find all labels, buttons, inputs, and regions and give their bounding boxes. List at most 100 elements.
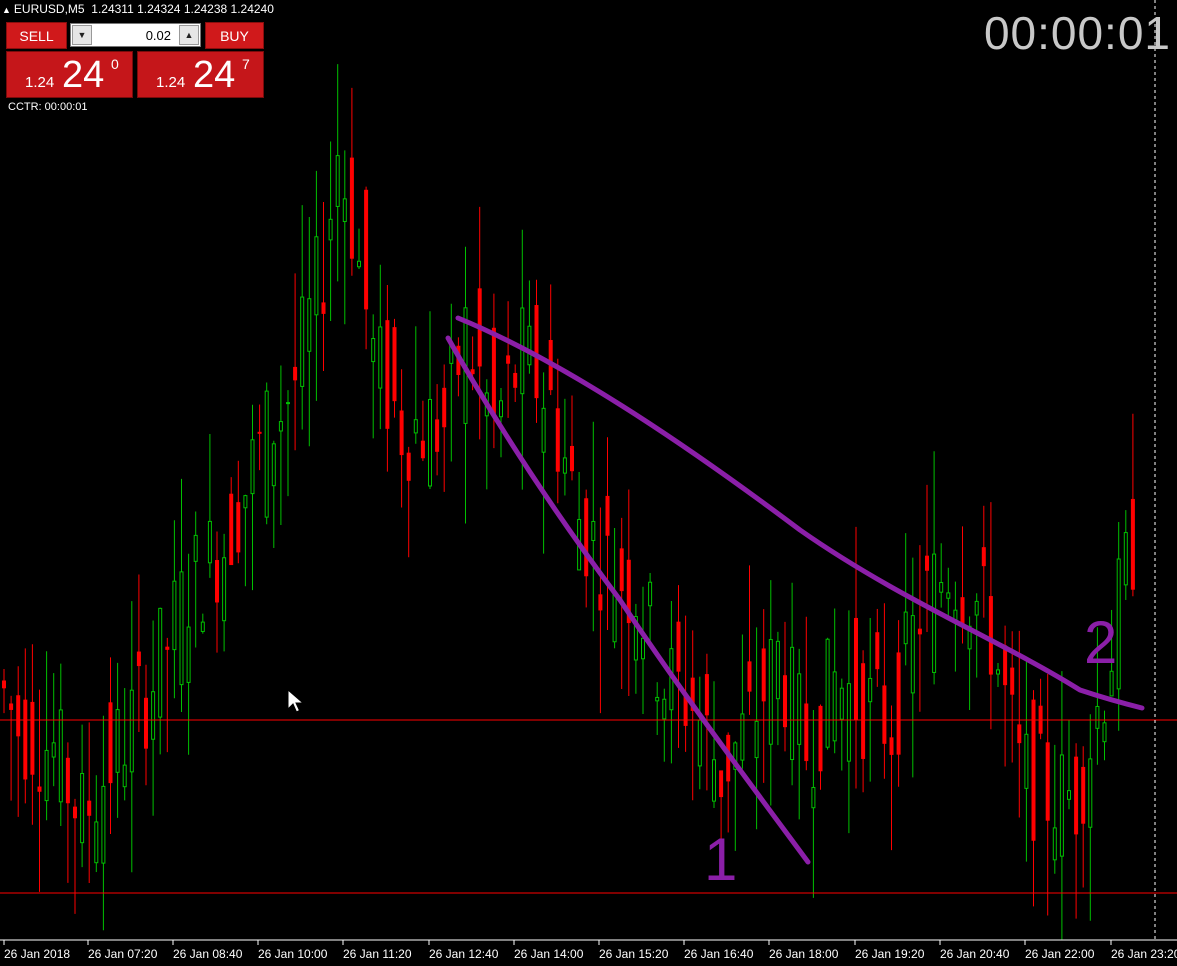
candle-body <box>222 557 227 622</box>
lot-size-control: ▼ ▲ <box>70 23 201 47</box>
buy-button[interactable]: BUY <box>205 22 264 49</box>
candle-body <box>300 296 305 387</box>
candle-body <box>392 327 397 402</box>
candle-body <box>179 571 184 686</box>
candle-body <box>73 806 77 819</box>
candle-body <box>1067 790 1071 800</box>
buy-price-sup: 7 <box>242 56 250 72</box>
candle-body <box>385 320 390 429</box>
candle-body <box>527 325 532 366</box>
trendline-2[interactable] <box>455 315 1145 711</box>
candle-body <box>243 495 248 509</box>
x-axis-label: 26 Jan 08:40 <box>173 947 243 961</box>
candle-body <box>797 673 802 745</box>
candle-body <box>591 520 596 541</box>
sell-button[interactable]: SELL <box>6 22 67 49</box>
candle-body <box>704 674 709 716</box>
candle-body <box>925 555 929 571</box>
candle-body <box>399 410 404 456</box>
price-chart[interactable]: 1 2 26 Jan 2018 26 Jan 07:20 26 Jan 08:40 2… <box>0 0 1177 966</box>
buy-price-prefix: 1.24 <box>156 74 186 91</box>
candle-body <box>58 709 63 803</box>
candle-body <box>378 326 383 389</box>
candle-body <box>349 157 354 259</box>
candle-body <box>996 669 1000 675</box>
arrow-up-icon: ▲ <box>184 30 194 40</box>
candle-body <box>598 594 603 611</box>
x-axis-label: 26 Jan 16:40 <box>684 947 754 961</box>
candle-body <box>364 189 369 310</box>
candle-body <box>570 445 574 472</box>
x-axis-label: 26 Jan 12:40 <box>429 947 499 961</box>
x-axis-label: 26 Jan 23:20 <box>1111 947 1177 961</box>
candle-body <box>889 737 894 755</box>
sell-price-sup: 0 <box>111 56 119 72</box>
candle-body <box>1045 742 1050 821</box>
candle-body <box>65 757 70 804</box>
candle-body <box>981 547 986 567</box>
candle-body <box>917 628 922 635</box>
candle-body <box>2 680 6 689</box>
candle-body <box>293 366 298 381</box>
candle-body <box>470 369 475 375</box>
candle-body <box>193 534 198 562</box>
candle-body <box>648 581 653 607</box>
candle-body <box>825 638 830 748</box>
candle-body <box>1010 667 1015 695</box>
candle-body <box>491 327 496 414</box>
candle-body <box>499 400 503 418</box>
candle-body <box>420 440 425 459</box>
candle-body <box>37 786 42 792</box>
candle-body <box>250 439 255 495</box>
candle-body <box>236 502 241 553</box>
candle-body <box>641 637 645 660</box>
candle-body <box>1102 722 1107 743</box>
buy-price-button[interactable]: 1.24 24 7 <box>137 51 264 98</box>
candle-body <box>818 705 823 772</box>
candle-body <box>740 713 745 761</box>
candle-body <box>442 387 447 428</box>
candle-body <box>612 591 617 643</box>
candle-body <box>655 696 660 702</box>
candle-body <box>307 298 312 352</box>
candle-body <box>328 218 333 241</box>
lot-size-input[interactable] <box>95 25 171 45</box>
candle-body <box>371 338 376 363</box>
candle-body <box>215 560 219 603</box>
candle-body <box>80 772 85 844</box>
candle-body <box>51 742 56 758</box>
candle-body <box>23 699 28 780</box>
candle-body <box>534 305 539 399</box>
candle-body <box>94 821 99 864</box>
candle-body <box>662 698 667 720</box>
candle-body <box>719 770 724 798</box>
candle-body <box>428 398 432 487</box>
candles-group <box>2 64 1135 940</box>
lot-increase-button[interactable]: ▲ <box>179 25 199 45</box>
buy-price-big: 24 <box>193 54 236 96</box>
x-axis-label: 26 Jan 10:00 <box>258 947 328 961</box>
candle-body <box>271 443 276 487</box>
candle-body <box>903 611 908 645</box>
candle-body <box>144 697 148 749</box>
x-axis-label: 26 Jan 07:20 <box>88 947 158 961</box>
candle-body <box>939 582 944 593</box>
candle-body <box>1123 532 1128 586</box>
mouse-pointer-icon <box>287 689 305 713</box>
sell-price-prefix: 1.24 <box>25 74 55 91</box>
candle-body <box>9 703 14 710</box>
sell-price-button[interactable]: 1.24 24 0 <box>6 51 133 98</box>
candle-body <box>278 421 283 432</box>
candle-body <box>619 548 624 592</box>
lot-decrease-button[interactable]: ▼ <box>72 25 92 45</box>
candle-body <box>30 701 35 775</box>
x-axis-label: 26 Jan 18:00 <box>769 947 839 961</box>
candle-body <box>1095 705 1100 729</box>
symbol-label: EURUSD,M5 <box>13 2 85 16</box>
candle-body <box>435 419 440 452</box>
candle-body <box>122 764 127 788</box>
candle-body <box>172 580 177 651</box>
candle-body <box>846 683 851 762</box>
up-triangle-icon: ▲ <box>2 5 11 15</box>
x-axis-label: 26 Jan 15:20 <box>599 947 669 961</box>
